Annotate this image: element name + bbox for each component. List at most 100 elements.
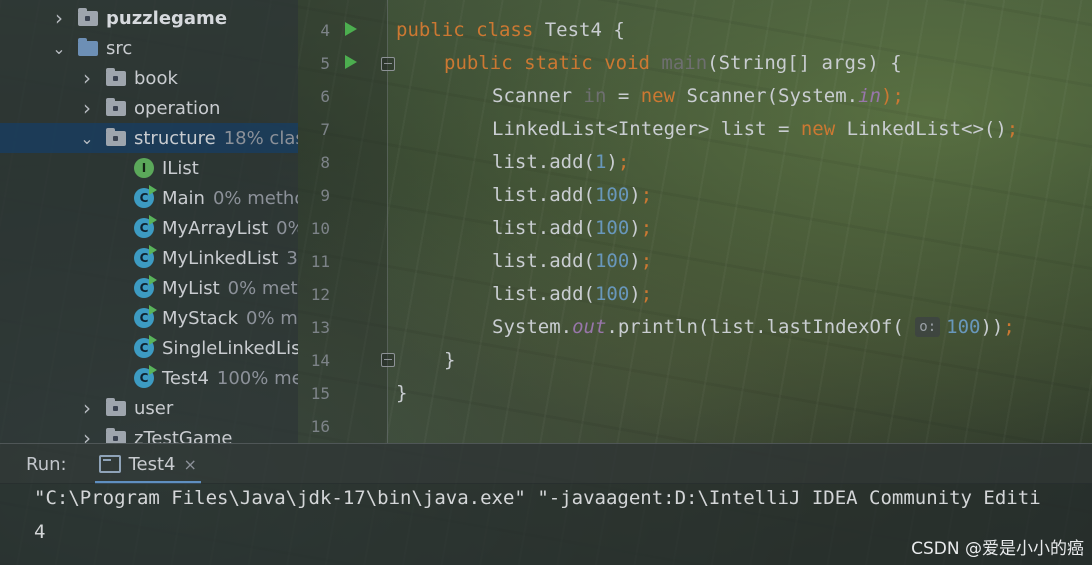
code-line-4: public class Test4 { <box>396 14 625 47</box>
code-line-10: list.add(100); <box>492 212 652 245</box>
run-tab-test4[interactable]: Test4 × <box>94 444 202 484</box>
tree-item-myarraylist[interactable]: CMyArrayList 0% <box>0 213 298 243</box>
number-literal: 1 <box>594 151 607 173</box>
code-line-6: Scanner in = new Scanner(System.in); <box>492 80 904 113</box>
code-line-8: list.add(1); <box>492 146 629 179</box>
run-label: Run: <box>26 453 67 475</box>
package-icon <box>106 127 126 146</box>
punctuation: ; <box>640 184 653 206</box>
code-text: list.add( <box>492 151 595 173</box>
line-number: 8 <box>320 153 330 172</box>
code-editor[interactable]: public class Test4 { public static void … <box>396 0 1092 443</box>
tree-item-src[interactable]: ⌄ src <box>0 33 298 63</box>
tree-item-operation[interactable]: › operation <box>0 93 298 123</box>
keyword: new <box>800 118 836 140</box>
line-number: 4 <box>320 21 330 40</box>
tree-item-ztestgame[interactable]: › zTestGame <box>0 423 298 443</box>
code-text: Scanner(System. <box>675 85 859 107</box>
run-main-icon[interactable] <box>345 55 357 69</box>
unused-variable: in <box>583 85 607 107</box>
run-class-icon[interactable] <box>345 22 357 36</box>
number-literal: 100 <box>946 316 981 338</box>
tree-item-label: book <box>134 67 178 89</box>
code-line-15: } <box>396 377 407 410</box>
punctuation: ; <box>1003 316 1015 338</box>
project-tree-panel: › puzzlegame ⌄ src › book › operation ⌄ structure… <box>0 0 298 443</box>
chevron-right-icon[interactable]: › <box>52 6 66 30</box>
chevron-right-icon[interactable]: › <box>80 96 94 120</box>
code-text: ) <box>629 250 641 272</box>
chevron-right-icon[interactable]: › <box>80 396 94 420</box>
close-icon[interactable]: × <box>184 455 197 474</box>
coverage-text: 0% meth <box>227 277 298 299</box>
code-text: ) <box>629 283 641 305</box>
keyword: public <box>444 52 513 74</box>
source-folder-icon <box>78 37 98 56</box>
tree-item-label: MyStack <box>162 307 239 329</box>
coverage-text: 100% me <box>216 367 298 389</box>
keyword: void <box>604 52 650 74</box>
number-literal: 100 <box>594 283 630 305</box>
line-number: 6 <box>320 87 330 106</box>
line-number: 15 <box>310 384 330 403</box>
tree-item-label: SingleLinkedList <box>162 337 298 359</box>
tree-item-ilist[interactable]: I IList <box>0 153 298 183</box>
code-text: = <box>606 85 641 107</box>
chevron-down-icon[interactable]: ⌄ <box>52 39 66 58</box>
parameter-hint: o: <box>915 317 941 337</box>
punctuation: ; <box>1006 118 1019 140</box>
number-literal: 100 <box>594 184 630 206</box>
line-number: 10 <box>310 219 330 238</box>
tree-item-label: zTestGame <box>134 427 233 444</box>
package-icon <box>106 67 126 86</box>
code-text: (String[] args) { <box>707 52 902 74</box>
code-text: list.add( <box>492 217 595 239</box>
tree-item-structure[interactable]: ⌄ structure 18% clas <box>0 123 298 153</box>
class-run-icon: C <box>134 305 157 328</box>
keyword: new <box>640 85 676 107</box>
tree-item-user[interactable]: › user <box>0 393 298 423</box>
line-number: 7 <box>320 120 330 139</box>
static-field: in <box>858 85 881 107</box>
number-literal: 100 <box>594 217 630 239</box>
punctuation: ; <box>640 283 653 305</box>
method-name: main <box>661 52 708 74</box>
chevron-down-icon[interactable]: ⌄ <box>80 129 94 148</box>
tree-item-main[interactable]: C Main 0% metho <box>0 183 298 213</box>
line-number: 5 <box>320 54 330 73</box>
class-run-icon: C <box>134 335 157 358</box>
console-output-line: 4 <box>34 521 46 543</box>
fold-icon[interactable] <box>381 353 395 367</box>
chevron-right-icon[interactable]: › <box>80 66 94 90</box>
tree-item-label: Test4 <box>162 367 209 389</box>
tree-item-mystack[interactable]: C MyStack 0% m <box>0 303 298 333</box>
coverage-text: 0% <box>276 217 298 239</box>
code-text: ) <box>606 151 618 173</box>
tree-item-label: operation <box>134 97 221 119</box>
class-run-icon: C <box>134 365 157 388</box>
punctuation: ; <box>640 250 653 272</box>
package-icon <box>106 397 126 416</box>
tree-item-mylinkedlist[interactable]: C MyLinkedList 3 <box>0 243 298 273</box>
package-icon <box>106 427 126 443</box>
tree-item-label: MyArrayList <box>162 217 269 239</box>
tree-item-label: puzzlegame <box>106 7 228 29</box>
fold-icon[interactable] <box>381 57 395 71</box>
tree-item-book[interactable]: › book <box>0 63 298 93</box>
code-text: ) <box>629 217 641 239</box>
code-line-5: public static void main(String[] args) { <box>444 47 902 80</box>
run-console-output[interactable]: "C:\Program Files\Java\jdk-17\bin\java.e… <box>0 483 1092 565</box>
tree-item-singlelinkedlist[interactable]: C SingleLinkedList <box>0 333 298 363</box>
static-field: out <box>572 316 607 338</box>
class-run-icon: C <box>134 215 157 238</box>
line-number: 12 <box>310 285 330 304</box>
tree-item-test4[interactable]: C Test4 100% me <box>0 363 298 393</box>
chevron-right-icon[interactable]: › <box>80 426 94 443</box>
console-icon <box>98 455 121 473</box>
tree-item-puzzlegame[interactable]: › puzzlegame <box>0 3 298 33</box>
watermark: CSDN @爱是小小的癌 <box>911 539 1084 559</box>
tree-item-label: user <box>134 397 174 419</box>
tree-item-mylist[interactable]: CMyList 0% meth <box>0 273 298 303</box>
class-run-icon: C <box>134 245 157 268</box>
coverage-text: 0% m <box>246 307 298 329</box>
